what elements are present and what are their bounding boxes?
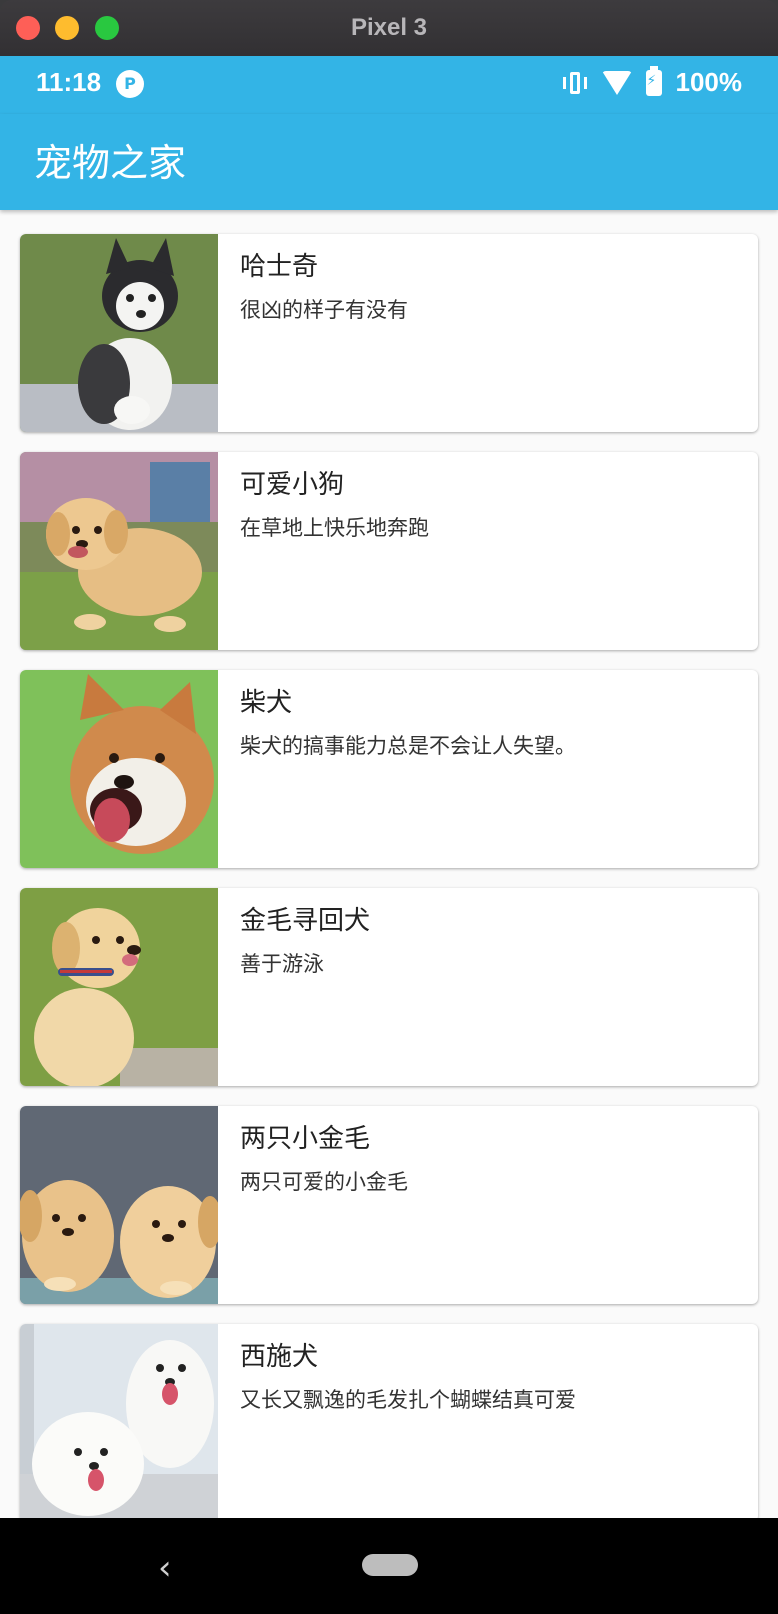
pet-description: 柴犬的搞事能力总是不会让人失望。 (240, 734, 576, 758)
pet-card[interactable]: 可爱小狗 在草地上快乐地奔跑 (20, 452, 758, 650)
pet-description: 两只可爱的小金毛 (240, 1170, 408, 1194)
pet-description: 善于游泳 (240, 952, 324, 976)
pet-description: 在草地上快乐地奔跑 (240, 516, 429, 540)
window-title: Pixel 3 (350, 14, 428, 41)
battery-percent: 100% (675, 67, 743, 97)
vibrate-icon (562, 70, 588, 96)
status-bar: 11:18 P 100% (0, 56, 778, 114)
pet-card[interactable]: 两只小金毛 两只可爱的小金毛 (20, 1106, 758, 1304)
back-chevron-icon[interactable]: ‹ (158, 1548, 172, 1588)
pet-description: 又长又飘逸的毛发扎个蝴蝶结真可爱 (240, 1388, 576, 1412)
pet-card[interactable]: 金毛寻回犬 善于游泳 (20, 888, 758, 1086)
status-time: 11:18 (36, 67, 102, 97)
white-fluffy-puppies-image (20, 1324, 218, 1522)
battery-charging-icon (645, 65, 662, 96)
pet-title: 可爱小狗 (240, 470, 345, 500)
home-pill-button[interactable] (362, 1554, 418, 1576)
pet-title: 西施犬 (240, 1342, 319, 1372)
pet-title: 哈士奇 (240, 252, 319, 282)
app-bar: 宠物之家 (0, 114, 778, 210)
wifi-icon (601, 70, 632, 95)
pet-card[interactable]: 柴犬 柴犬的搞事能力总是不会让人失望。 (20, 670, 758, 868)
page-title: 宠物之家 (34, 141, 187, 185)
shiba-inu-image (20, 670, 218, 868)
pet-list[interactable]: 哈士奇 很凶的样子有没有 可爱小狗 在草地上快乐地奔跑 柴犬 柴犬的搞事能力总是… (20, 234, 758, 1542)
golden-puppy-running-image (20, 452, 218, 650)
app-notification-icon: P (116, 70, 144, 98)
window-titlebar: Pixel 3 (0, 0, 778, 56)
two-golden-puppies-image (20, 1106, 218, 1304)
pet-title: 金毛寻回犬 (240, 906, 371, 936)
pet-card[interactable]: 哈士奇 很凶的样子有没有 (20, 234, 758, 432)
pet-title: 两只小金毛 (240, 1124, 371, 1154)
golden-retriever-puppy-image (20, 888, 218, 1086)
pet-card[interactable]: 西施犬 又长又飘逸的毛发扎个蝴蝶结真可爱 (20, 1324, 758, 1522)
status-icons: 100% (562, 65, 743, 98)
pet-description: 很凶的样子有没有 (240, 298, 408, 322)
husky-puppy-image (20, 234, 218, 432)
system-nav-bar: ‹ (0, 1518, 778, 1614)
phone-screen: 11:18 P 100% 宠物之家 (0, 56, 778, 1614)
pet-title: 柴犬 (240, 688, 293, 718)
